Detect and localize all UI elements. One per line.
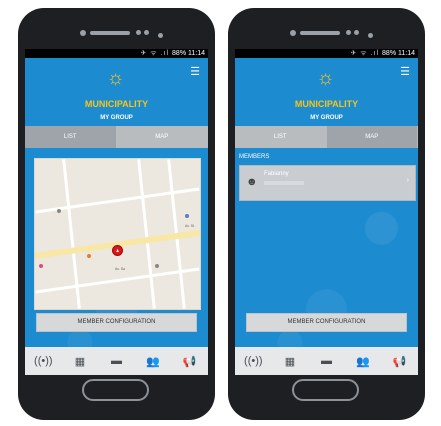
- chevron-right-icon: ›: [406, 177, 409, 184]
- tab-map[interactable]: MAP: [116, 126, 208, 148]
- status-bar: ✈ ᯤ .ıl 88% 11:14: [25, 49, 208, 58]
- page-title: MY GROUP: [310, 115, 343, 121]
- brand-name: MUNICIPALITY: [294, 99, 359, 109]
- car-icon[interactable]: ▬: [104, 355, 128, 367]
- phone-speaker: [228, 30, 425, 38]
- logo-icon: ☼: [106, 67, 127, 89]
- megaphone-icon[interactable]: 📢: [178, 355, 202, 368]
- status-bar: ✈ ᯤ .ıl 88% 11:14: [235, 49, 418, 58]
- list-item[interactable]: ☻ Fabianny ›: [239, 165, 416, 201]
- bottom-nav: ((•)) ▦ ▬ 👥 📢: [235, 347, 418, 375]
- status-icons: ✈ ᯤ .ıl: [140, 50, 170, 57]
- members-heading: MEMBERS: [239, 154, 270, 160]
- page-title: MY GROUP: [100, 115, 133, 121]
- clock: 11:14: [188, 50, 205, 57]
- tab-list[interactable]: LIST: [235, 126, 327, 148]
- car-icon[interactable]: ▬: [314, 355, 338, 367]
- logo-icon: ☼: [316, 67, 337, 89]
- broadcast-icon[interactable]: ((•)): [31, 355, 55, 367]
- map-street-label: Av. Sa: [115, 267, 125, 271]
- menu-icon[interactable]: ☰: [190, 67, 200, 78]
- tab-map[interactable]: MAP: [326, 126, 418, 148]
- status-icons: ✈ ᯤ .ıl: [350, 50, 380, 57]
- tab-list[interactable]: LIST: [25, 126, 117, 148]
- view-tabs: LIST MAP: [235, 126, 418, 148]
- phone-left: ✈ ᯤ .ıl 88% 11:14 ☼ MUNICIPALITY MY GROUP…: [18, 8, 215, 420]
- megaphone-icon[interactable]: 📢: [388, 355, 412, 368]
- phone-right: ✈ ᯤ .ıl 88% 11:14 ☼ MUNICIPALITY MY GROUP…: [228, 8, 425, 420]
- broadcast-icon[interactable]: ((•)): [241, 355, 265, 367]
- map-street-label: Av. St: [185, 224, 195, 228]
- member-location-pin[interactable]: ♟: [112, 245, 123, 256]
- calculator-icon[interactable]: ▦: [278, 355, 302, 368]
- home-button[interactable]: [292, 379, 359, 401]
- member-avatar-icon: ☻: [246, 176, 258, 188]
- menu-icon[interactable]: ☰: [400, 67, 410, 78]
- group-icon[interactable]: 👥: [141, 355, 165, 368]
- app-screen: ✈ ᯤ .ıl 88% 11:14 ☼ MUNICIPALITY MY GROUP…: [235, 49, 418, 375]
- battery-level: 88%: [382, 50, 397, 57]
- map-view[interactable]: Av. St Av. Sa ♟: [34, 158, 201, 310]
- view-tabs: LIST MAP: [25, 126, 208, 148]
- app-header: ☼ MUNICIPALITY MY GROUP ☰: [25, 58, 208, 126]
- clock: 11:14: [398, 50, 415, 57]
- brand-name: MUNICIPALITY: [84, 99, 149, 109]
- bottom-nav: ((•)) ▦ ▬ 👥 📢: [25, 347, 208, 375]
- phone-speaker: [18, 30, 215, 38]
- calculator-icon[interactable]: ▦: [68, 355, 92, 368]
- battery-level: 88%: [172, 50, 187, 57]
- app-screen: ✈ ᯤ .ıl 88% 11:14 ☼ MUNICIPALITY MY GROUP…: [25, 49, 208, 375]
- member-configuration-button[interactable]: MEMBER CONFIGURATION: [246, 313, 407, 332]
- member-name: Fabianny: [264, 171, 289, 177]
- home-button[interactable]: [82, 379, 149, 401]
- app-header: ☼ MUNICIPALITY MY GROUP ☰: [235, 58, 418, 126]
- member-detail: [264, 181, 304, 185]
- member-configuration-button[interactable]: MEMBER CONFIGURATION: [36, 313, 197, 332]
- group-icon[interactable]: 👥: [351, 355, 375, 368]
